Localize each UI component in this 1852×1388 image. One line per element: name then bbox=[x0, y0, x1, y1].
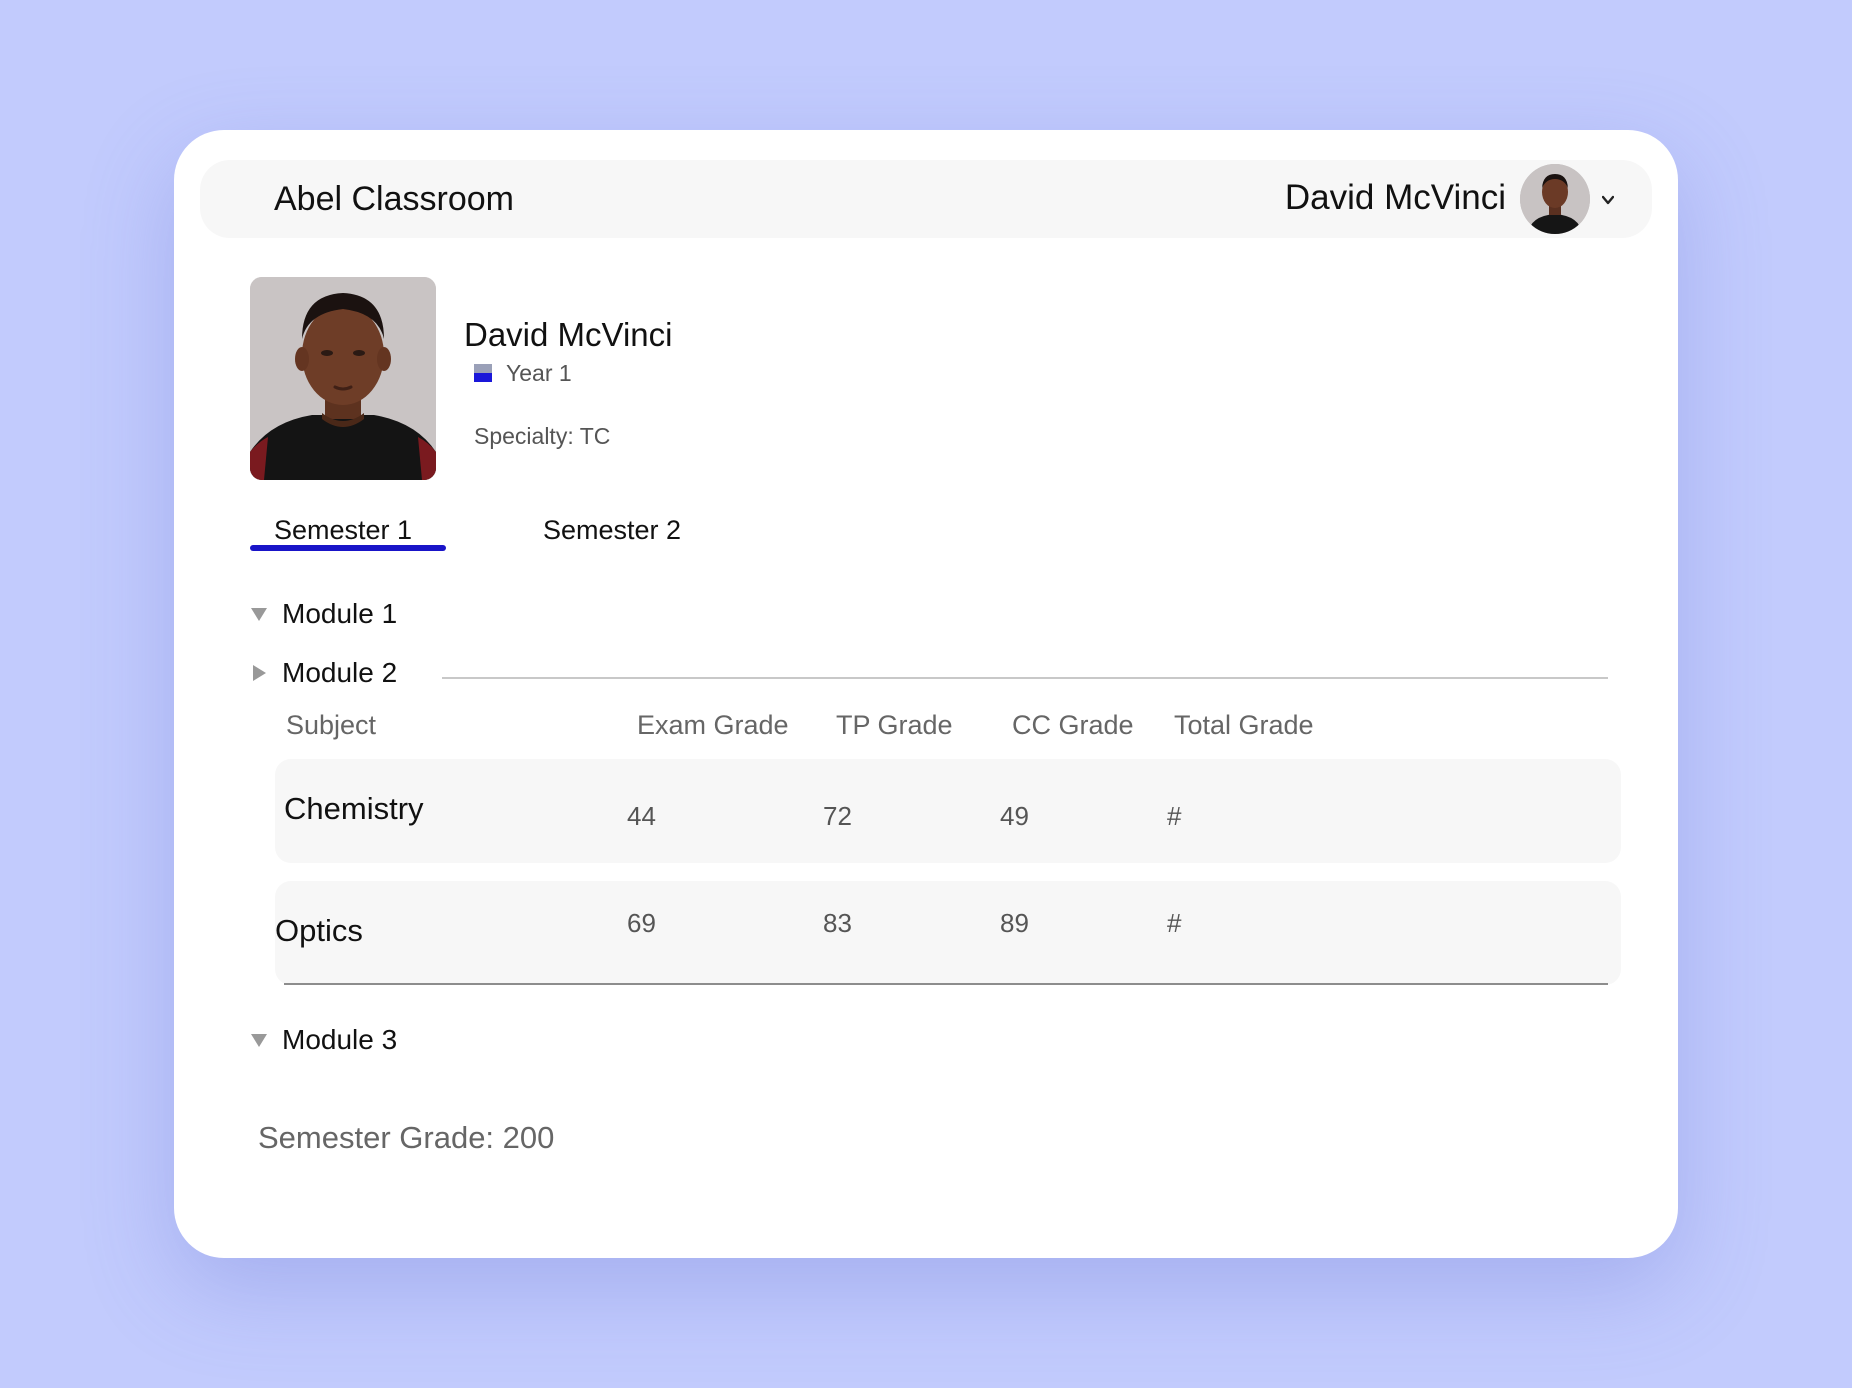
module-1-label: Module 1 bbox=[282, 598, 398, 629]
flag-icon bbox=[474, 364, 492, 382]
triangle-down-icon bbox=[251, 1034, 267, 1047]
module-2-toggle[interactable]: Module 2 bbox=[250, 657, 397, 689]
total-grade: # bbox=[1167, 801, 1182, 831]
module-3-toggle[interactable]: Module 3 bbox=[250, 1024, 397, 1056]
module-2-label: Module 2 bbox=[282, 657, 398, 688]
tp-grade: 83 bbox=[823, 908, 852, 938]
year-row: Year 1 bbox=[474, 358, 572, 388]
year-label: Year 1 bbox=[506, 359, 572, 386]
table-row[interactable]: Chemistry 44 72 49 # bbox=[275, 759, 1621, 863]
module-3-label: Module 3 bbox=[282, 1024, 398, 1055]
app-title: Abel Classroom bbox=[274, 180, 514, 218]
user-avatar-icon[interactable] bbox=[1520, 164, 1590, 234]
grades-card: Abel Classroom David McVinci David McVin… bbox=[174, 130, 1678, 1258]
tp-grade: 72 bbox=[823, 801, 852, 831]
subject-name: Chemistry bbox=[284, 791, 424, 826]
column-header-tp-grade: TP Grade bbox=[836, 710, 953, 740]
user-name[interactable]: David McVinci bbox=[1285, 178, 1506, 218]
column-header-total-grade: Total Grade bbox=[1174, 710, 1314, 740]
student-photo bbox=[250, 277, 436, 480]
column-header-subject: Subject bbox=[286, 710, 377, 740]
table-row[interactable]: Optics 69 83 89 # bbox=[275, 881, 1621, 985]
module-1-toggle[interactable]: Module 1 bbox=[250, 598, 397, 630]
triangle-right-icon bbox=[253, 665, 266, 681]
semester-grade: Semester Grade: 200 bbox=[258, 1120, 555, 1155]
triangle-down-icon bbox=[251, 608, 267, 621]
cc-grade: 89 bbox=[1000, 908, 1029, 938]
column-header-cc-grade: CC Grade bbox=[1012, 710, 1134, 740]
top-bar: Abel Classroom David McVinci bbox=[200, 160, 1652, 238]
exam-grade: 69 bbox=[627, 908, 656, 938]
tab-semester-2[interactable]: Semester 2 bbox=[543, 515, 681, 546]
specialty-label: Specialty: TC bbox=[474, 423, 611, 449]
exam-grade: 44 bbox=[627, 801, 656, 831]
subject-name: Optics bbox=[275, 913, 363, 948]
column-header-exam-grade: Exam Grade bbox=[637, 710, 789, 740]
chevron-down-icon[interactable] bbox=[1602, 194, 1614, 206]
cc-grade: 49 bbox=[1000, 801, 1029, 831]
tab-semester-1[interactable]: Semester 1 bbox=[274, 515, 412, 546]
module-divider bbox=[442, 677, 1608, 679]
active-tab-indicator bbox=[250, 545, 446, 551]
student-name: David McVinci bbox=[464, 316, 673, 353]
table-bottom-divider bbox=[284, 983, 1608, 985]
total-grade: # bbox=[1167, 908, 1182, 938]
